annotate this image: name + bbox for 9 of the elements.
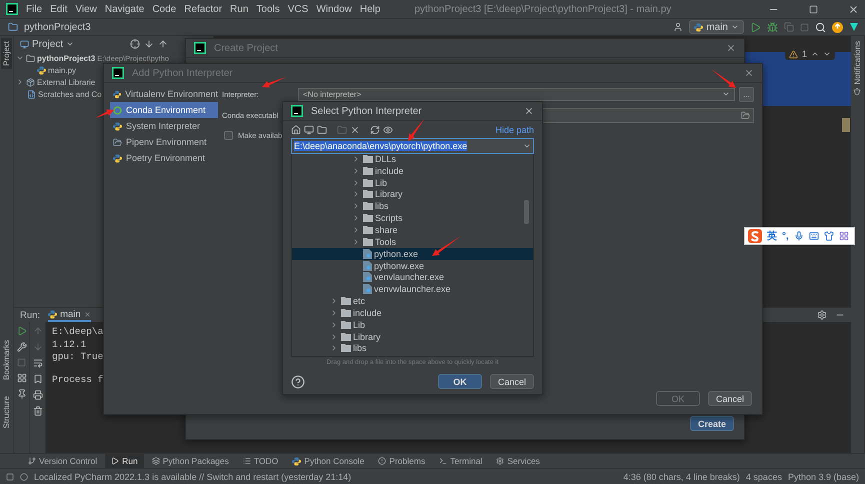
dialog-title: Create Project [214, 42, 278, 54]
console-line: gpu: True [52, 351, 104, 364]
console-line: 1.12.1 [52, 338, 88, 351]
dialog-title: Select Python Interpreter [311, 106, 422, 116]
dialog-title: Add Python Interpreter [132, 68, 233, 78]
window-title: pythonProject3 [E:\deep\Project\pythonProject3] - main.py [414, 4, 672, 14]
run-label: Run: [20, 310, 40, 320]
console-line: Process f [52, 374, 104, 386]
console-line: E:\deep\a [52, 326, 104, 338]
